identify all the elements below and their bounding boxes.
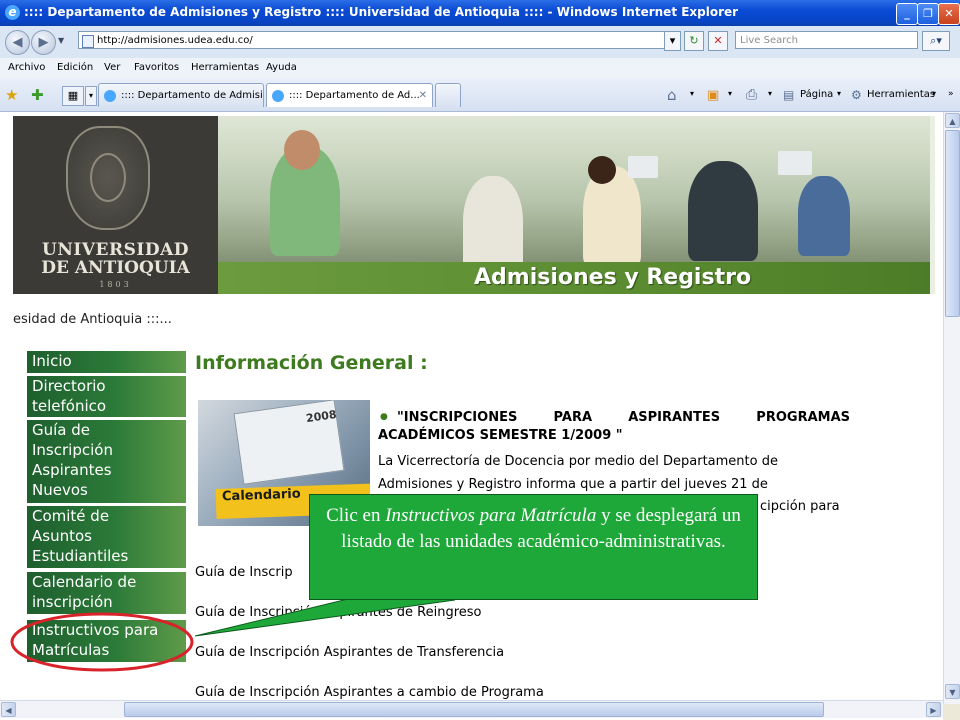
window-title: :::: Departamento de Admisiones y Regist… [24, 5, 739, 19]
sidebar-item-instructivos[interactable]: Instructivos para Matrículas [27, 620, 186, 663]
university-seal-icon [66, 126, 150, 230]
horizontal-scroll-thumb[interactable] [124, 702, 824, 717]
news-title-line2: ACADÉMICOS SEMESTRE 1/2009 " [378, 428, 623, 443]
history-dropdown-icon[interactable]: ▼ [58, 36, 64, 45]
sidebar-item-directorio[interactable]: Directorio telefónico [27, 376, 186, 418]
vertical-scrollbar[interactable]: ▲ ▼ [943, 112, 960, 704]
toolbar-overflow-icon[interactable]: » [948, 89, 954, 99]
tab-list-dropdown-icon[interactable]: ▾ [85, 86, 97, 106]
page-menu-icon[interactable]: ▤ [783, 88, 794, 102]
address-toolbar: ◀ ▶ ▼ http://admisiones.udea.edu.co/ ▾ ↻… [0, 26, 960, 59]
news-text-line2: Admisiones y Registro informa que a part… [378, 477, 768, 492]
sidebar-item-guia-inscripcion[interactable]: Guía de Inscripción Aspirantes Nuevos [27, 420, 186, 504]
tab-label: :::: Departamento de Admisi... [121, 90, 264, 101]
menu-herramientas[interactable]: Herramientas [191, 62, 259, 73]
stop-icon[interactable]: ✕ [708, 31, 728, 51]
menu-ayuda[interactable]: Ayuda [266, 62, 297, 73]
vertical-scroll-thumb[interactable] [945, 130, 960, 317]
minimize-button[interactable]: _ [896, 3, 918, 25]
guide-link-reingreso[interactable]: Guía de Inscripción Aspirantes de Reingr… [195, 605, 482, 620]
size-grip[interactable] [943, 704, 960, 720]
sidebar-item-calendario[interactable]: Calendario de inscripción [27, 572, 186, 615]
menu-bar: Archivo Edición Ver Favoritos Herramient… [0, 58, 960, 79]
bullet-icon: ● [380, 412, 388, 422]
back-button[interactable]: ◀ [5, 30, 30, 55]
menu-archivo[interactable]: Archivo [8, 62, 45, 73]
menu-favoritos[interactable]: Favoritos [134, 62, 179, 73]
university-name-line2: DE ANTIOQUIA [41, 258, 190, 278]
quick-tabs-icon[interactable]: ▦ [62, 86, 84, 106]
banner-title: Admisiones y Registro [474, 265, 752, 290]
search-icon[interactable]: ⌕▾ [922, 31, 950, 51]
close-button[interactable]: ✕ [938, 3, 960, 25]
new-tab-button[interactable] [435, 83, 461, 107]
sidebar-item-comite[interactable]: Comité de Asuntos Estudiantiles [27, 506, 186, 569]
live-search-input[interactable]: Live Search [735, 31, 918, 49]
sidebar-item-inicio[interactable]: Inicio [27, 351, 186, 374]
feeds-icon[interactable]: ▣ [707, 88, 719, 103]
menu-edicion[interactable]: Edición [57, 62, 93, 73]
print-icon[interactable]: ⎙ [746, 87, 757, 103]
guide-link-nuevos[interactable]: Guía de Inscrip [195, 565, 293, 580]
guide-link-transferencia[interactable]: Guía de Inscripción Aspirantes de Transf… [195, 645, 504, 660]
scroll-up-icon[interactable]: ▲ [945, 113, 960, 128]
page-menu-label[interactable]: Página [800, 89, 833, 100]
refresh-icon[interactable]: ↻ [684, 31, 704, 51]
callout-prefix: Clic en [326, 505, 386, 526]
news-title-line1: "INSCRIPCIONES PARA ASPIRANTES PROGRAMAS [397, 410, 850, 425]
url-text: http://admisiones.udea.edu.co/ [97, 35, 253, 46]
instruction-callout: Clic en Instructivos para Matrícula y se… [309, 494, 758, 600]
tools-menu-label[interactable]: Herramientas [867, 89, 935, 100]
scroll-right-icon[interactable]: ▶ [926, 702, 941, 717]
page-heading: Información General : [195, 352, 428, 374]
home-dropdown-icon[interactable]: ▾ [690, 89, 694, 98]
url-dropdown-icon[interactable]: ▾ [664, 31, 681, 51]
print-dropdown-icon[interactable]: ▾ [768, 89, 772, 98]
tab-favicon-icon [272, 90, 284, 102]
forward-button[interactable]: ▶ [31, 30, 56, 55]
tab-toolbar: ★ ✚ ▦ ▾ :::: Departamento de Admisi... :… [0, 78, 960, 112]
home-icon[interactable]: ⌂ [667, 86, 677, 104]
horizontal-scrollbar[interactable]: ◀ ▶ [0, 700, 943, 718]
news-text-line3: cipción para [760, 499, 840, 514]
tools-dropdown-icon[interactable]: ▾ [932, 89, 936, 98]
maximize-button[interactable]: ❐ [917, 3, 939, 25]
scroll-down-icon[interactable]: ▼ [945, 684, 960, 699]
tab-favicon-icon [104, 90, 116, 102]
url-input[interactable]: http://admisiones.udea.edu.co/ [78, 31, 681, 49]
favorites-star-icon[interactable]: ★ [5, 86, 18, 104]
callout-emphasis: Instructivos para Matrícula [385, 505, 597, 526]
calendar-image-text: Calendario [221, 486, 301, 505]
site-marquee-text: esidad de Antioquia :::... [13, 312, 172, 327]
feeds-dropdown-icon[interactable]: ▾ [728, 89, 732, 98]
university-year: 1803 [99, 280, 132, 289]
guide-link-cambio-programa[interactable]: Guía de Inscripción Aspirantes a cambio … [195, 685, 544, 700]
banner-edge [930, 116, 935, 294]
tab-close-icon[interactable]: ✕ [419, 84, 427, 107]
university-name-line1: UNIVERSIDAD [42, 240, 189, 260]
ie-logo-icon: e [5, 5, 20, 20]
page-dropdown-icon[interactable]: ▾ [837, 89, 841, 98]
add-favorites-icon[interactable]: ✚ [31, 86, 44, 104]
staff-photo [218, 116, 935, 276]
page-icon [82, 35, 94, 48]
tab-admisiones-1[interactable]: :::: Departamento de Admisi... [98, 83, 264, 107]
tab-label: :::: Departamento de Ad... [289, 90, 420, 101]
tab-admisiones-2[interactable]: :::: Departamento de Ad... ✕ [266, 83, 433, 107]
tools-gear-icon[interactable]: ⚙ [851, 88, 862, 102]
news-text-line1: La Vicerrectoría de Docencia por medio d… [378, 454, 778, 469]
scroll-left-icon[interactable]: ◀ [1, 702, 16, 717]
window-title-bar[interactable]: e :::: Departamento de Admisiones y Regi… [0, 0, 960, 26]
menu-ver[interactable]: Ver [104, 62, 120, 73]
